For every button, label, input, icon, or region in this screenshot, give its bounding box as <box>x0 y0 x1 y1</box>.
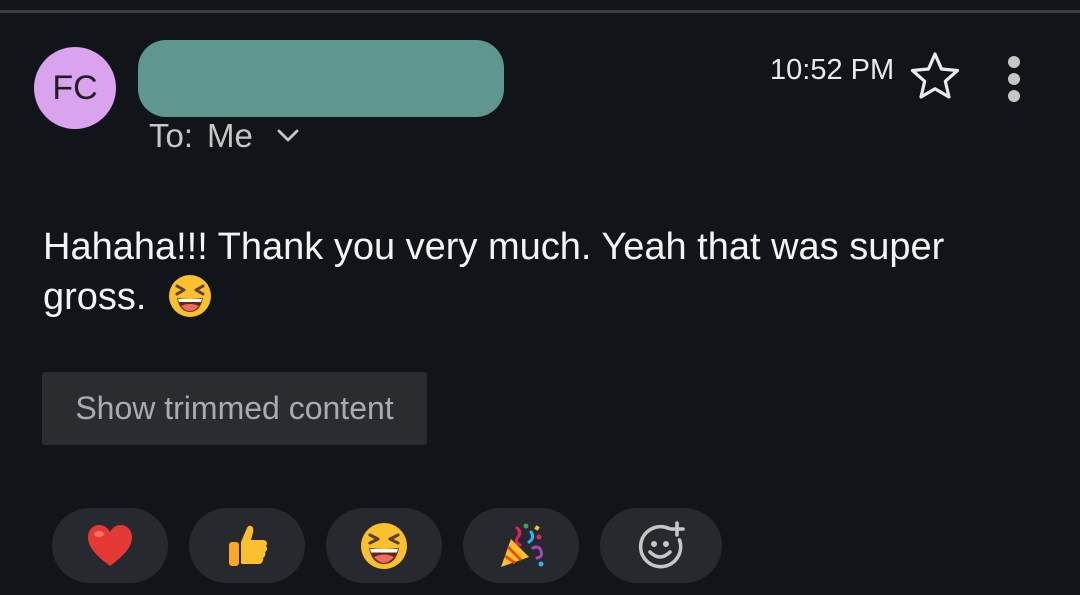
reaction-laughing-button[interactable] <box>326 508 442 583</box>
party-popper-emoji-icon <box>501 523 544 567</box>
show-trimmed-content-button[interactable]: Show trimmed content <box>42 372 427 445</box>
star-icon[interactable] <box>908 50 962 102</box>
reaction-party-popper-button[interactable] <box>463 508 579 583</box>
laughing-face-emoji-icon <box>361 522 407 569</box>
red-heart-emoji-icon <box>88 524 132 566</box>
top-divider <box>0 10 1080 13</box>
to-value: Me <box>207 117 253 154</box>
sender-name-redacted <box>138 40 504 117</box>
add-reaction-button[interactable] <box>600 508 722 583</box>
laughing-face-emoji-icon <box>169 275 212 317</box>
sender-initials: FC <box>52 68 98 107</box>
more-options-icon[interactable] <box>994 52 1034 106</box>
recipient-details-toggle[interactable]: To: Me <box>149 117 301 155</box>
add-reaction-icon <box>638 520 685 568</box>
reaction-heart-button[interactable] <box>52 508 168 583</box>
chevron-down-icon <box>277 129 299 142</box>
message-body: Hahaha!!! Thank you very much. Yeah that… <box>43 222 1043 322</box>
sender-avatar[interactable]: FC <box>34 47 116 129</box>
thumbs-up-emoji-icon <box>229 525 268 566</box>
message-time: 10:52 PM <box>770 54 895 86</box>
reaction-thumbs-up-button[interactable] <box>189 508 305 583</box>
reaction-bar <box>52 508 722 583</box>
to-label: To: <box>149 117 194 154</box>
